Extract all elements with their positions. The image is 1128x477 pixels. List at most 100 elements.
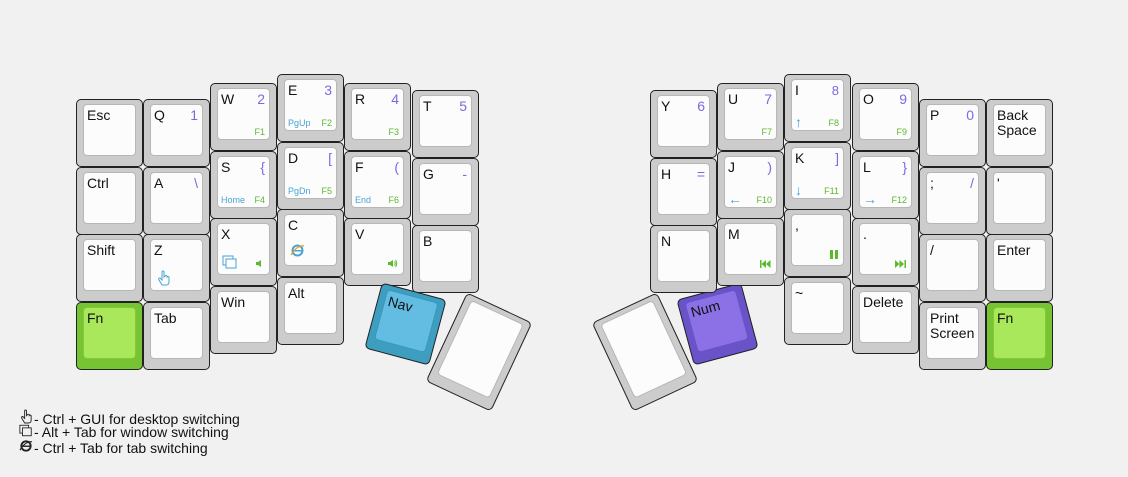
key-m[interactable]: M (717, 218, 784, 286)
key-z[interactable]: Z (143, 234, 210, 302)
key-label: A (154, 175, 164, 191)
key-enter[interactable]: Enter (986, 234, 1053, 302)
key-label: W (221, 91, 235, 107)
key-label: Fn (997, 310, 1014, 326)
right-arrow-icon: → (863, 191, 877, 207)
key-backspace[interactable]: Back Space (986, 99, 1053, 167)
key-fn-right[interactable]: Fn (986, 302, 1053, 370)
key-nav: PgUp (288, 118, 311, 128)
key-label: Alt (288, 285, 305, 301)
key-fn: F9 (896, 127, 907, 137)
key-period[interactable]: . (852, 218, 919, 286)
key-f[interactable]: F ( End F6 (344, 151, 411, 219)
volume-down-icon (255, 259, 264, 271)
key-shift[interactable]: Shift (76, 234, 143, 302)
key-i[interactable]: I 8 ↑ F8 (784, 74, 851, 142)
key-b[interactable]: B (412, 225, 479, 293)
key-d[interactable]: D [ PgDn F5 (277, 142, 344, 210)
key-label: B (423, 233, 433, 249)
windows-icon (222, 255, 238, 272)
key-fn: F3 (388, 127, 399, 137)
key-t[interactable]: T 5 (412, 90, 479, 158)
key-label: Win (221, 294, 246, 310)
key-nav: Home (221, 195, 246, 205)
key-fn: F5 (321, 186, 332, 196)
legend-item: - Ctrl + Tab for tab switching (18, 439, 208, 456)
key-semicolon[interactable]: ; / (919, 167, 986, 235)
left-arrow-icon: ← (728, 191, 742, 207)
key-symbol: [ (328, 150, 332, 166)
key-g[interactable]: G - (412, 158, 479, 226)
key-label: T (423, 98, 432, 114)
key-h[interactable]: H = (650, 158, 717, 226)
key-label: O (863, 91, 874, 107)
volume-up-icon (387, 259, 398, 271)
key-nav-layer[interactable]: Nav (364, 282, 447, 366)
key-v[interactable]: V (344, 218, 411, 286)
key-label: Nav (386, 293, 415, 315)
key-delete[interactable]: Delete (852, 286, 919, 354)
key-fn-left[interactable]: Fn (76, 302, 143, 370)
key-s[interactable]: S { Home F4 (210, 151, 277, 219)
key-q[interactable]: Q 1 (143, 99, 210, 167)
key-symbol: ] (835, 150, 839, 166)
key-comma[interactable]: , (784, 209, 851, 277)
key-symbol: ( (394, 159, 399, 175)
key-tab[interactable]: Tab (143, 302, 210, 370)
key-label: U (728, 91, 739, 107)
key-x[interactable]: X (210, 218, 277, 286)
key-symbol: } (902, 159, 907, 175)
key-ctrl[interactable]: Ctrl (76, 167, 143, 235)
key-o[interactable]: O 9 F9 (852, 83, 919, 151)
key-number: 5 (459, 98, 467, 114)
key-number: 7 (764, 91, 772, 107)
key-y[interactable]: Y 6 (650, 90, 717, 158)
key-n[interactable]: N (650, 225, 717, 293)
play-pause-icon (830, 250, 838, 262)
key-e[interactable]: E 3 PgUp F2 (277, 74, 344, 142)
key-label: Delete (863, 294, 904, 310)
key-k[interactable]: K ] ↓ F11 (784, 142, 851, 210)
key-label: M (728, 226, 740, 242)
key-label: P (930, 107, 940, 123)
key-w[interactable]: W 2 F1 (210, 83, 277, 151)
key-slash[interactable]: / (919, 234, 986, 302)
key-symbol: = (696, 166, 705, 182)
key-label: L (863, 159, 871, 175)
key-number: 2 (257, 91, 265, 107)
key-label: R (355, 91, 366, 107)
legend-text: - Alt + Tab for window switching (34, 424, 229, 440)
key-l[interactable]: L } → F12 (852, 151, 919, 219)
up-arrow-icon: ↑ (795, 114, 802, 130)
windows-icon (18, 424, 34, 440)
key-symbol: ) (767, 159, 772, 175)
key-label: I (795, 82, 799, 98)
key-a[interactable]: A \ (143, 167, 210, 235)
key-number: 8 (831, 83, 839, 98)
key-label: F (355, 159, 364, 175)
key-num-layer[interactable]: Num (676, 282, 759, 366)
key-alt[interactable]: Alt (277, 277, 344, 345)
key-tilde[interactable]: ~ (784, 277, 851, 345)
key-j[interactable]: J ) ← F10 (717, 151, 784, 219)
key-label: ' (997, 175, 1000, 191)
key-quote[interactable]: ' (986, 167, 1053, 235)
key-fn: F4 (254, 195, 265, 205)
key-fn: F6 (388, 195, 399, 205)
key-symbol: - (462, 166, 467, 182)
key-p[interactable]: P 0 (919, 99, 986, 167)
key-label: Print Screen (930, 310, 975, 341)
key-fn: F10 (756, 195, 772, 205)
key-label: N (661, 233, 672, 249)
browser-icon (290, 243, 305, 261)
key-nav: End (355, 195, 372, 205)
key-win[interactable]: Win (210, 286, 277, 354)
key-label: ~ (795, 285, 804, 301)
key-esc[interactable]: Esc (76, 99, 143, 167)
key-label: Esc (87, 107, 111, 123)
key-c[interactable]: C (277, 209, 344, 277)
key-u[interactable]: U 7 F7 (717, 83, 784, 151)
key-print-screen[interactable]: Print Screen (919, 302, 986, 370)
key-r[interactable]: R 4 F3 (344, 83, 411, 151)
key-nav: PgDn (288, 186, 311, 196)
